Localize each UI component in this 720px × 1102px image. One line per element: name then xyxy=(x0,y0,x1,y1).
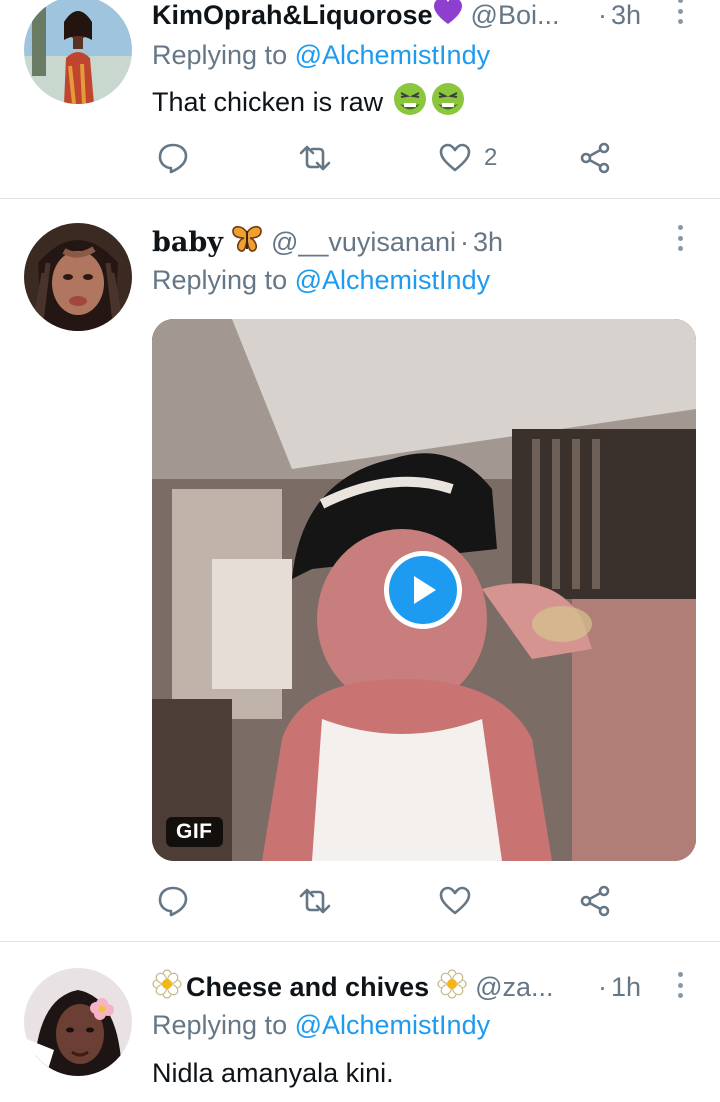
reply-icon xyxy=(158,886,188,917)
timestamp[interactable]: 3h xyxy=(611,0,641,31)
reply-button[interactable] xyxy=(156,138,190,178)
timestamp[interactable]: 1h xyxy=(611,972,641,1003)
timestamp-wrap: · 1h xyxy=(594,970,641,1004)
tweet-1[interactable]: KimOprah&Liquorose @Boi... · 3h Replying… xyxy=(0,0,720,198)
retweet-button[interactable] xyxy=(298,881,332,921)
more-options-icon[interactable] xyxy=(668,0,692,26)
tweet-header: KimOprah&Liquorose @Boi... xyxy=(152,0,559,32)
replying-to-label: Replying to xyxy=(152,40,288,70)
like-button[interactable] xyxy=(438,881,472,921)
tweet-actions: 2 xyxy=(152,138,622,178)
tweet-text-content: That chicken is raw xyxy=(152,86,384,117)
blossom-emoji xyxy=(437,968,467,1006)
replying-to-label: Replying to xyxy=(152,1010,288,1040)
tweet-header: baby @__vuyisanani · 3h xyxy=(152,225,503,259)
reply-button[interactable] xyxy=(156,881,190,921)
share-icon xyxy=(580,142,610,174)
display-name[interactable]: KimOprah&Liquorose xyxy=(152,0,433,31)
retweet-icon xyxy=(299,145,331,171)
more-options-icon[interactable] xyxy=(668,970,692,1000)
heart-icon xyxy=(439,886,471,915)
share-button[interactable] xyxy=(578,138,612,178)
replying-to: Replying to @AlchemistIndy xyxy=(152,40,490,71)
avatar[interactable] xyxy=(24,0,132,104)
user-handle[interactable]: @Boi... xyxy=(471,0,560,31)
timestamp[interactable]: 3h xyxy=(473,227,503,258)
replying-to-label: Replying to xyxy=(152,265,288,295)
display-name[interactable]: Cheese and chives xyxy=(186,972,429,1003)
reply-mention-link[interactable]: @AlchemistIndy xyxy=(295,40,490,70)
more-options-icon[interactable] xyxy=(668,223,692,253)
gif-badge: GIF xyxy=(166,817,223,847)
tweet-header: Cheese and chives @za... xyxy=(152,968,554,1006)
share-button[interactable] xyxy=(578,881,612,921)
reply-icon xyxy=(158,143,188,174)
user-handle[interactable]: @za... xyxy=(475,972,553,1003)
purple-heart-emoji xyxy=(433,0,463,33)
tweet-2[interactable]: baby @__vuyisanani · 3h Replying to @Alc… xyxy=(0,199,720,941)
user-handle[interactable]: @__vuyisanani xyxy=(271,227,456,258)
retweet-button[interactable] xyxy=(298,138,332,178)
separator-dot: · xyxy=(459,226,469,257)
replying-to: Replying to @AlchemistIndy xyxy=(152,1010,490,1041)
nauseated-face-emoji xyxy=(431,82,465,123)
separator-dot: · xyxy=(598,0,607,30)
tweet-3[interactable]: Cheese and chives @za... · 1h Replying t… xyxy=(0,942,720,1102)
play-icon xyxy=(414,576,436,604)
tweet-actions xyxy=(152,881,622,921)
display-name[interactable]: baby xyxy=(152,227,223,258)
reply-mention-link[interactable]: @AlchemistIndy xyxy=(295,1010,490,1040)
replying-to: Replying to @AlchemistIndy xyxy=(152,265,490,296)
play-button[interactable] xyxy=(384,551,462,629)
tweet-text-content: Nidla amanyala kini. xyxy=(152,1057,394,1088)
butterfly-emoji xyxy=(231,225,263,260)
timestamp-wrap: · 3h xyxy=(594,0,641,32)
like-count: 2 xyxy=(484,144,498,171)
retweet-icon xyxy=(299,888,331,914)
tweet-text: Nidla amanyala kini. xyxy=(152,1056,394,1090)
blossom-emoji xyxy=(152,968,182,1006)
share-icon xyxy=(580,885,610,917)
avatar[interactable] xyxy=(24,223,132,331)
heart-icon xyxy=(439,143,471,172)
separator-dot: · xyxy=(598,971,607,1002)
nauseated-face-emoji xyxy=(393,82,427,123)
avatar[interactable] xyxy=(24,968,132,1076)
tweet-text: That chicken is raw xyxy=(152,82,465,123)
like-button[interactable]: 2 xyxy=(438,138,497,178)
gif-media[interactable]: GIF xyxy=(152,319,696,861)
reply-mention-link[interactable]: @AlchemistIndy xyxy=(295,265,490,295)
